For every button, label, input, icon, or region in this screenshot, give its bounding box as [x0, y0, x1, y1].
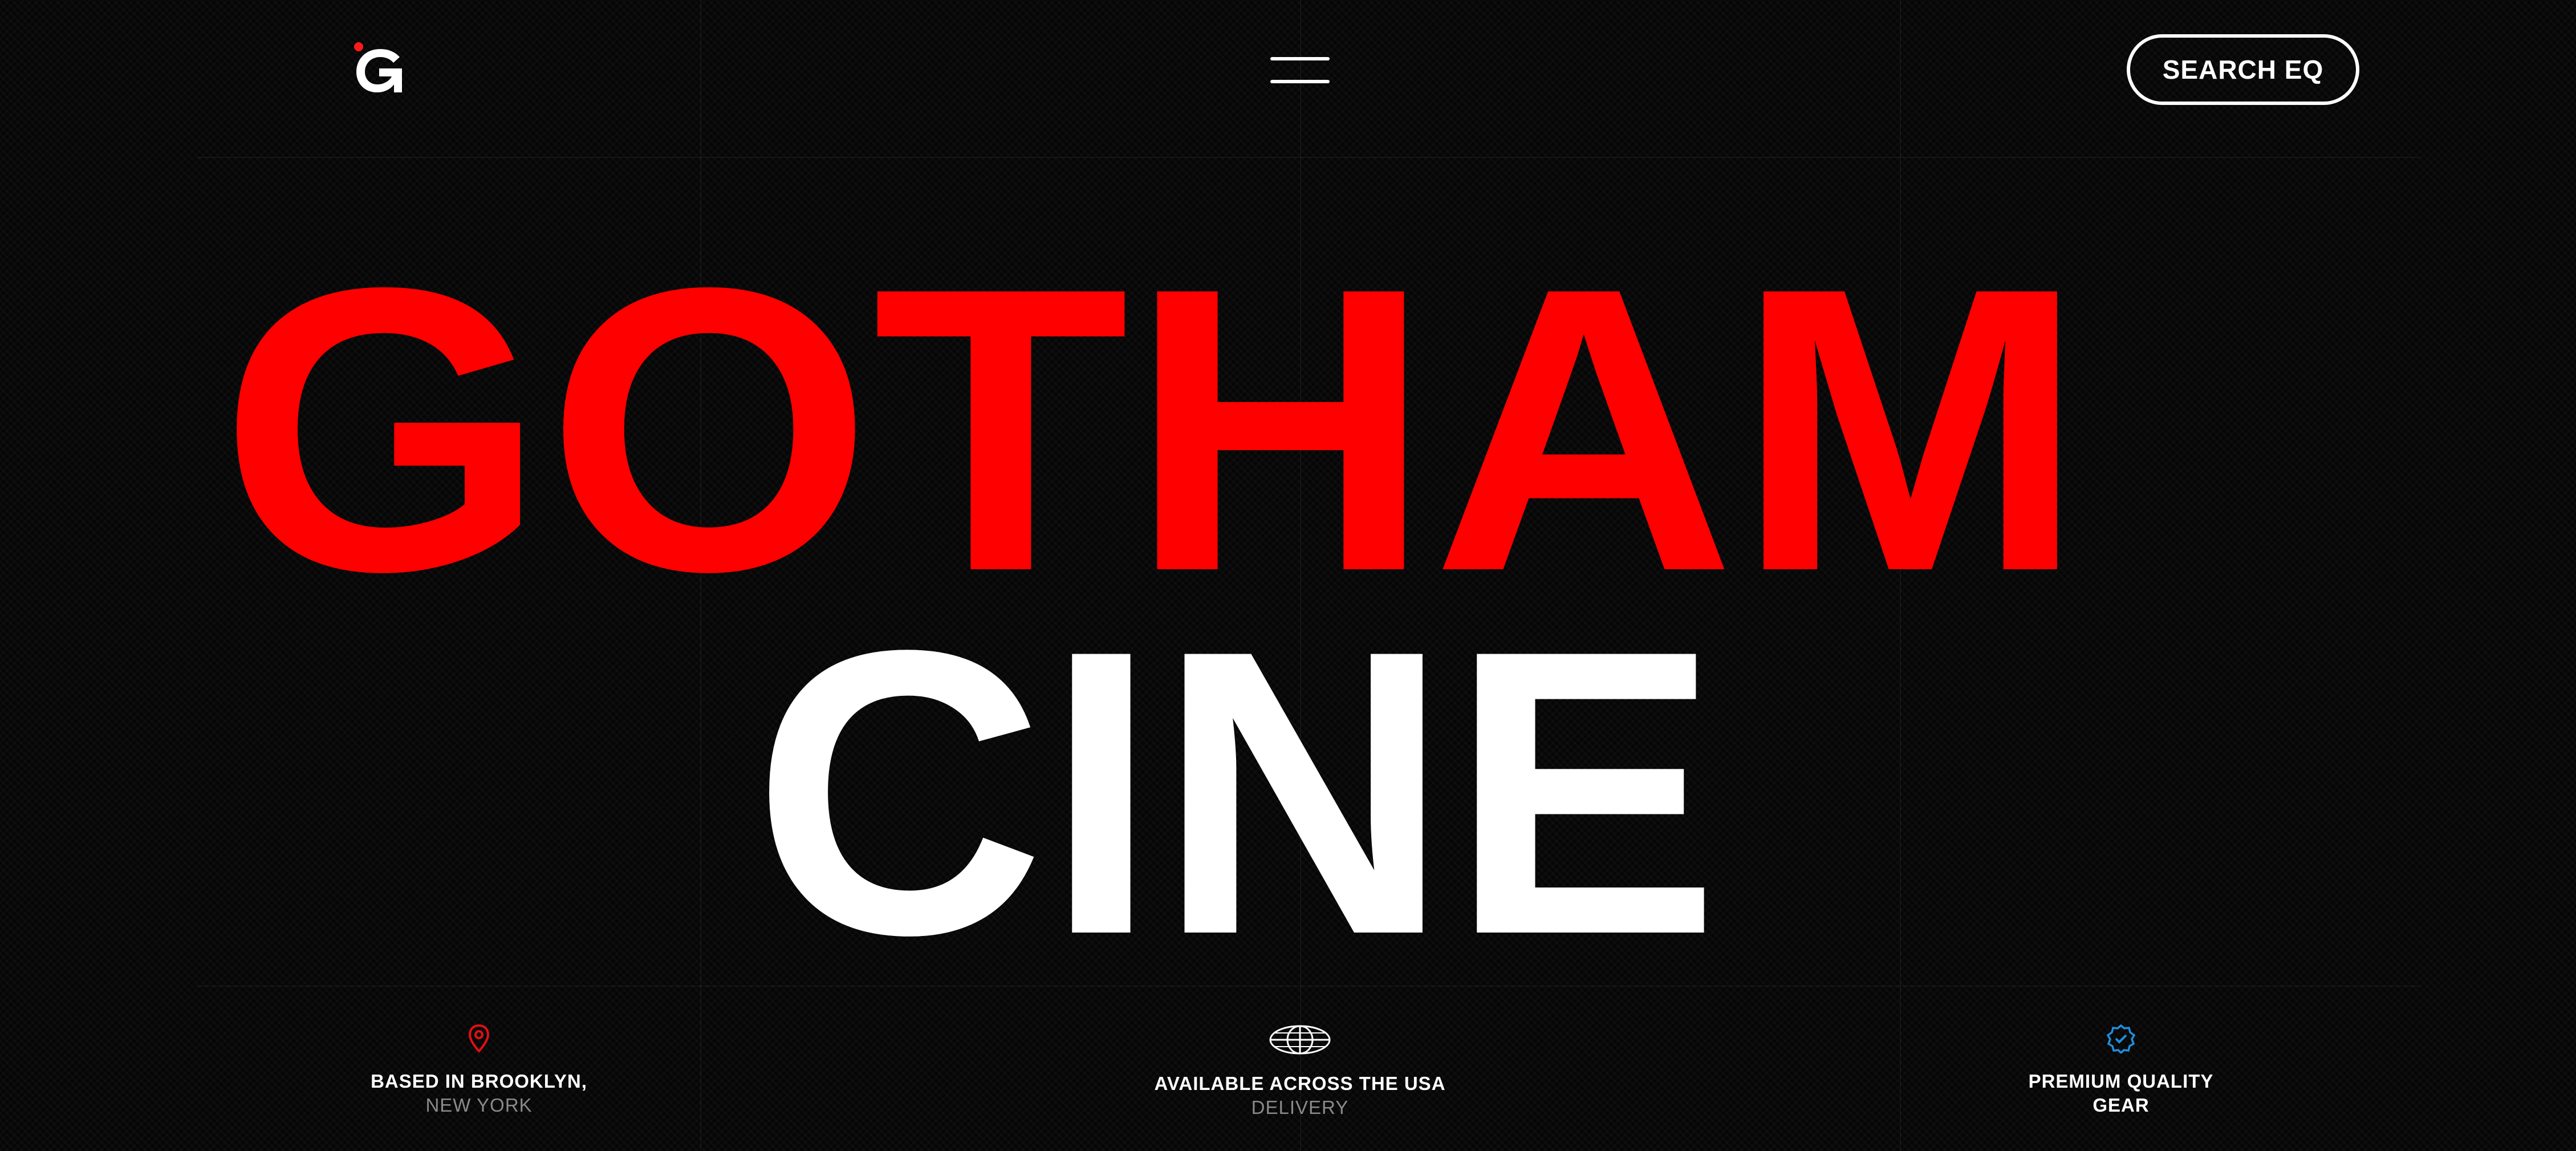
globe-icon	[1100, 1024, 1500, 1061]
feature-delivery-subtitle: DELIVERY	[1251, 1097, 1349, 1118]
feature-location: BASED IN BROOKLYN, NEW YORK	[308, 1024, 650, 1117]
verified-badge-icon	[1950, 1024, 2292, 1059]
feature-delivery: AVAILABLE ACROSS THE USA DELIVERY	[1100, 1024, 1500, 1120]
menu-line	[1270, 80, 1330, 83]
hamburger-menu-icon[interactable]	[1270, 56, 1330, 87]
feature-delivery-title: AVAILABLE ACROSS THE USA	[1154, 1073, 1446, 1094]
feature-quality-subtitle: GEAR	[2093, 1095, 2150, 1116]
search-equipment-button[interactable]: SEARCH EQ	[2127, 34, 2359, 105]
gotham-g-logo-icon[interactable]	[351, 41, 405, 96]
grid-line	[197, 157, 2420, 158]
hero-title-line2: CINE	[753, 566, 1720, 1019]
feature-location-title: BASED IN BROOKLYN,	[371, 1071, 587, 1092]
feature-quality-title: PREMIUM QUALITY	[2028, 1071, 2214, 1092]
feature-quality: PREMIUM QUALITY GEAR	[1950, 1024, 2292, 1117]
location-pin-icon	[308, 1024, 650, 1059]
menu-line	[1270, 57, 1330, 60]
feature-location-subtitle: NEW YORK	[425, 1095, 533, 1116]
